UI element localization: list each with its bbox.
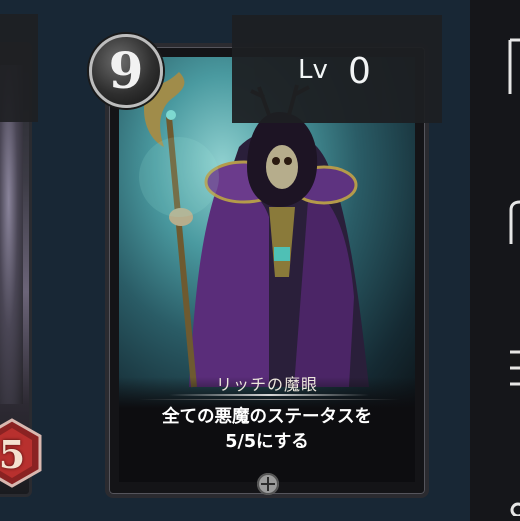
craft-emblem-icon bbox=[257, 473, 279, 495]
left-card-cost: 5 bbox=[0, 432, 26, 477]
card-cost-gem: 9 bbox=[89, 34, 163, 108]
card-ability-text: 全ての悪魔のステータスを 5/5にする bbox=[109, 405, 425, 455]
card-name: リッチの魔眼 bbox=[215, 375, 318, 394]
level-value: 0 bbox=[348, 51, 371, 92]
card-text-line2: 5/5にする bbox=[225, 432, 309, 452]
level-label: Lv bbox=[298, 55, 328, 85]
left-card-cost-gem: 5 bbox=[0, 418, 42, 488]
name-divider-shadow bbox=[139, 399, 399, 400]
card-text-line1: 全ての悪魔のステータスを bbox=[162, 407, 372, 427]
card-list-icon[interactable] bbox=[508, 38, 520, 96]
menu-icon[interactable] bbox=[508, 350, 520, 386]
level-overlay: Lv 0 bbox=[232, 15, 442, 123]
left-card-level-overlay bbox=[0, 14, 38, 122]
right-panel bbox=[470, 0, 520, 521]
deck-icon[interactable] bbox=[508, 200, 520, 246]
settings-icon[interactable] bbox=[508, 496, 520, 516]
name-divider bbox=[169, 394, 369, 396]
card-cost: 9 bbox=[108, 41, 144, 100]
